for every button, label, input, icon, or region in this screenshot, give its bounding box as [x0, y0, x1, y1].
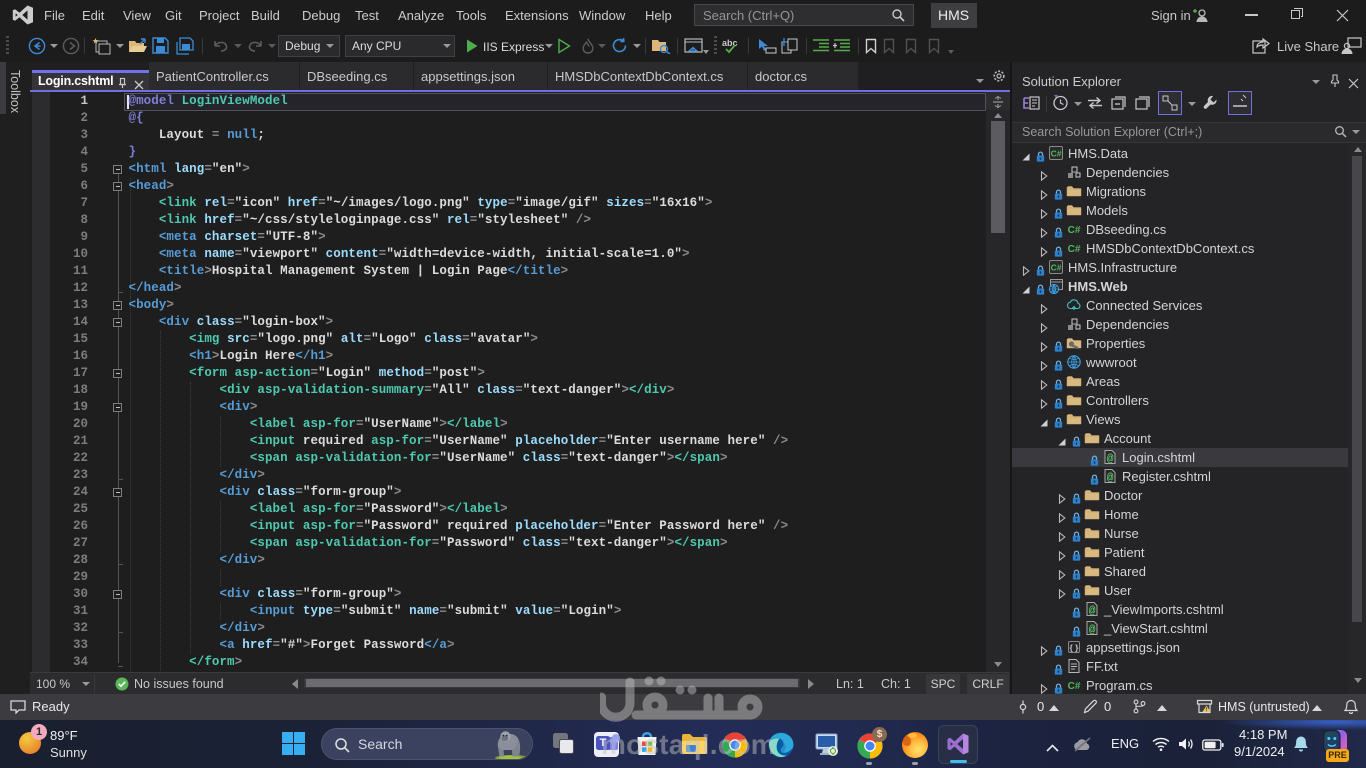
svg-text:@: @ [1089, 625, 1096, 637]
svg-text:@: @ [1089, 606, 1096, 618]
svg-text:@: @ [1107, 473, 1114, 485]
svg-text:C#: C# [1051, 263, 1062, 273]
svg-text:abc: abc [722, 38, 738, 48]
svg-text:C#: C# [1068, 244, 1081, 255]
svg-text:@: @ [1107, 454, 1114, 466]
svg-text:C#: C# [1068, 681, 1081, 692]
svg-text:C#: C# [1068, 225, 1081, 236]
svg-text:{ }: { } [1070, 643, 1080, 653]
svg-text:C#: C# [1051, 149, 1062, 159]
